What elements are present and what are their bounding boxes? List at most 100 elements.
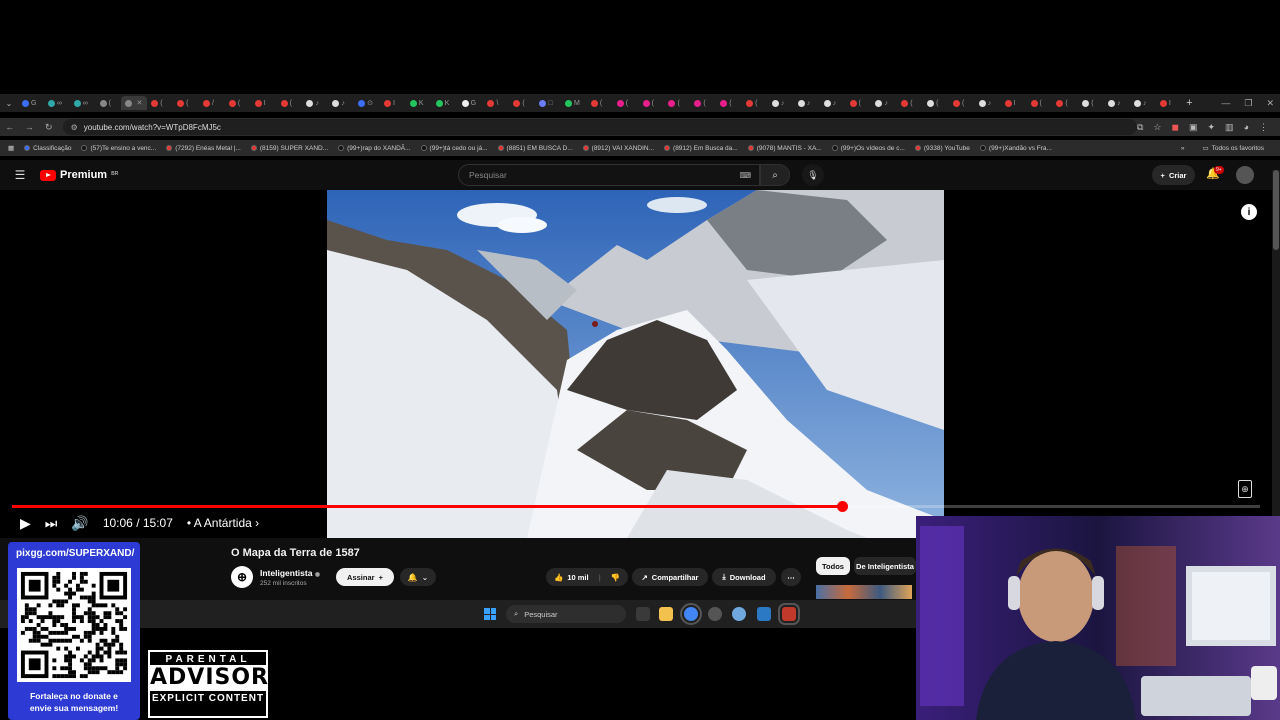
page-scrollbar-thumb[interactable] — [1273, 170, 1279, 250]
close-tab-icon[interactable]: ✕ — [136, 99, 142, 107]
keyboard-icon[interactable]: ⌨ — [739, 171, 751, 180]
play-icon[interactable]: ▶ — [20, 515, 31, 532]
browser-tab[interactable]: ( — [587, 96, 613, 110]
bookmark-item[interactable]: (8912) Em Busca da... — [664, 145, 738, 152]
browser-tab[interactable]: ( — [277, 96, 303, 110]
browser-tab[interactable]: ♪ — [328, 96, 354, 110]
account-avatar[interactable] — [1236, 166, 1254, 184]
browser-tab[interactable]: ( — [846, 96, 872, 110]
download-button[interactable]: ⤓ Download — [712, 568, 776, 586]
file-explorer-icon[interactable] — [659, 607, 673, 621]
browser-tab[interactable]: K — [406, 96, 432, 110]
channel-watermark-icon[interactable]: ⊕ — [1238, 480, 1252, 498]
browser-tab[interactable]: □ — [535, 96, 561, 110]
bookmark-item[interactable]: Classificação — [24, 145, 71, 152]
video-player[interactable]: i ⊕ ▶ ⏭ 🔊 10:06 / 15:07 • A Antártida › — [0, 190, 1272, 538]
taskbar-search[interactable]: ⌕ Pesquisar — [506, 605, 626, 623]
extension-red-icon[interactable]: ◼ — [1172, 122, 1179, 133]
browser-tab[interactable]: ( — [613, 96, 639, 110]
browser-tab[interactable]: ( — [509, 96, 535, 110]
bookmark-star-icon[interactable]: ☆ — [1153, 122, 1161, 133]
browser-tab[interactable]: ♪ — [975, 96, 1001, 110]
bookmark-item[interactable]: (9078) MANTIS - XA... — [747, 145, 822, 152]
browser-tab[interactable]: ( — [664, 96, 690, 110]
minimize-icon[interactable]: — — [1221, 98, 1230, 109]
bookmark-item[interactable]: (99+)rap do XANDÃ... — [338, 145, 411, 152]
more-actions-button[interactable]: ⋯ — [781, 568, 801, 586]
browser-tab[interactable]: ∞ — [44, 96, 70, 110]
bookmark-item[interactable]: (8159) SUPER XAND... — [250, 145, 328, 152]
browser-tab[interactable]: ( — [949, 96, 975, 110]
browser-tab[interactable]: ♪ — [871, 96, 897, 110]
forward-icon[interactable]: → — [20, 122, 40, 132]
browser-tab[interactable]: I — [1156, 96, 1182, 110]
chip-all[interactable]: Todos — [816, 557, 850, 575]
profile-icon[interactable]: ◕ — [1244, 122, 1249, 133]
info-icon[interactable]: i — [1241, 204, 1257, 220]
browser-tab[interactable]: ( — [147, 96, 173, 110]
search-button[interactable]: ⌕ — [760, 164, 790, 186]
all-bookmarks-folder[interactable]: ▭ Todos os favoritos — [1202, 144, 1264, 153]
reload-icon[interactable]: ↻ — [39, 122, 59, 133]
bookmark-item[interactable]: (99+)tá cedo ou já... — [420, 145, 488, 152]
tab-search-dropdown[interactable]: ⌄ — [0, 94, 18, 112]
share-button[interactable]: ↗ Compartilhar — [632, 568, 708, 586]
browser-menu-icon[interactable]: ⋮ — [1259, 122, 1268, 133]
browser-tab[interactable]: ( — [897, 96, 923, 110]
apps-grid-icon[interactable]: ▦ — [8, 144, 14, 152]
bookmark-item[interactable]: (99+)Xandão vs Fra... — [979, 145, 1052, 152]
browser-tab[interactable]: M — [561, 96, 587, 110]
progress-bar[interactable] — [12, 501, 1260, 512]
app-icon[interactable] — [708, 607, 722, 621]
url-bar[interactable]: ⚙ youtube.com/watch?v=WTpD8FcMJ5c — [62, 119, 1137, 135]
browser-tab[interactable]: ( — [639, 96, 665, 110]
new-tab-button[interactable]: + — [1181, 97, 1197, 109]
bookmark-item[interactable]: (8912) VAI XANDIN... — [582, 145, 654, 152]
chip-from-channel[interactable]: De Inteligentista — [854, 557, 916, 575]
browser-tab[interactable]: ♪ — [1104, 96, 1130, 110]
browser-tab[interactable]: ∞ — [70, 96, 96, 110]
like-button[interactable]: 👍 10 mil — [554, 573, 589, 582]
subscribe-button[interactable]: Assinar + — [336, 568, 394, 586]
browser-tab[interactable]: ( — [225, 96, 251, 110]
settings-icon[interactable] — [732, 607, 746, 621]
youtube-logo[interactable]: Premium BR — [40, 169, 118, 181]
browser-tab[interactable]: ♪ — [768, 96, 794, 110]
browser-tab[interactable]: I — [251, 96, 277, 110]
bookmark-item[interactable]: (57)Te ensino a venc... — [81, 145, 156, 152]
browser-tab[interactable]: \ — [483, 96, 509, 110]
bookmark-item[interactable]: (7292) Enéas Metal |... — [166, 145, 241, 152]
task-view-icon[interactable] — [636, 607, 650, 621]
recommended-thumbnail[interactable] — [816, 585, 912, 599]
browser-tab[interactable]: ( — [1078, 96, 1104, 110]
bookmark-item[interactable]: (9338) YouTube — [914, 145, 970, 152]
browser-tab[interactable]: ( — [96, 96, 122, 110]
side-panel-icon[interactable]: ▥ — [1225, 122, 1234, 133]
browser-tab[interactable]: ( — [173, 96, 199, 110]
more-bookmarks-button[interactable]: » — [1181, 145, 1185, 152]
bookmark-item[interactable]: (8851) EM BUSCA D... — [497, 145, 573, 152]
browser-tab[interactable]: ♪ — [820, 96, 846, 110]
app-icon-red[interactable] — [778, 603, 800, 625]
browser-tab[interactable]: ♪ — [1130, 96, 1156, 110]
bookmark-item[interactable]: (99+)Os vídeos de c... — [831, 145, 905, 152]
browser-tab[interactable]: ( — [1027, 96, 1053, 110]
browser-tab[interactable]: G — [458, 96, 484, 110]
browser-tab[interactable]: / — [199, 96, 225, 110]
close-window-icon[interactable]: ✕ — [1266, 98, 1274, 109]
browser-tab[interactable]: ✕ — [121, 96, 148, 110]
browser-tab[interactable]: ( — [923, 96, 949, 110]
channel-name[interactable]: Inteligentista ◉ — [260, 568, 320, 578]
install-app-icon[interactable]: ⧉ — [1137, 122, 1143, 133]
browser-tab[interactable]: ♪ — [794, 96, 820, 110]
extension-icon[interactable]: ▣ — [1189, 122, 1198, 133]
app-icon-blue[interactable] — [757, 607, 771, 621]
progress-scrubber[interactable] — [836, 501, 848, 512]
volume-icon[interactable]: 🔊 — [71, 515, 88, 532]
extensions-puzzle-icon[interactable]: ✦ — [1208, 122, 1216, 133]
browser-tab[interactable]: ⊙ — [354, 96, 380, 110]
back-icon[interactable]: ← — [0, 122, 20, 132]
chapter-title[interactable]: • A Antártida › — [187, 516, 259, 530]
video-frame[interactable] — [327, 190, 944, 538]
windows-start-icon[interactable] — [484, 608, 496, 620]
